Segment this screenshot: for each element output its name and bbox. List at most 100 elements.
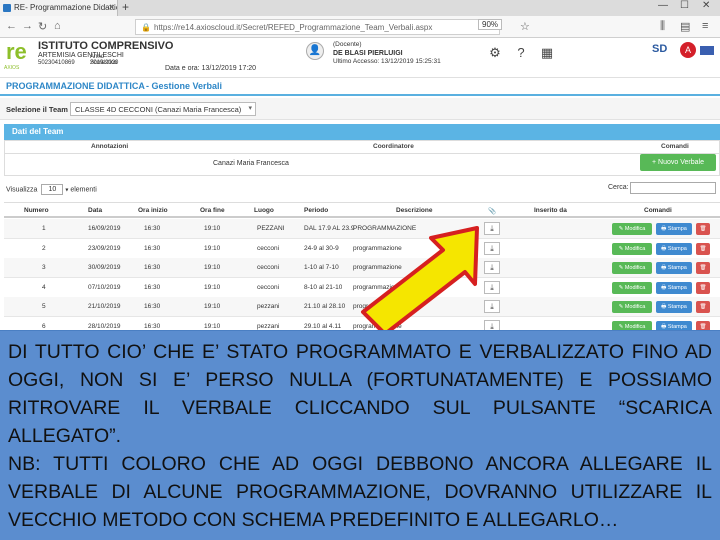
cell-end: 19:10 [204, 264, 221, 271]
user-role: (Docente) [333, 41, 362, 48]
th-ora-fine[interactable]: Ora fine [200, 207, 225, 214]
cell-period: 21.10 al 28.10 [304, 303, 346, 310]
favicon-icon [3, 4, 11, 12]
team-selector-row: Selezione il Team CLASSE 4D CECCONI (Can… [0, 98, 720, 120]
arrow-shape [361, 226, 479, 336]
caption-box: DI TUTTO CIO’ CHE E’ STATO PROGRAMMATO E… [0, 330, 720, 540]
team-table: Annotazioni Coordinatore Comandi Canazi … [4, 140, 720, 176]
delete-trash-icon[interactable]: 🗑 [696, 223, 710, 235]
col-comandi: Comandi [661, 143, 689, 150]
delete-trash-icon[interactable]: 🗑 [696, 281, 710, 294]
th-descrizione[interactable]: Descrizione [396, 207, 433, 214]
brand-badge-icon: A [680, 42, 696, 58]
cell-place: PEZZANI [257, 225, 285, 232]
show-label: Visualizza [6, 186, 38, 194]
new-tab-button[interactable]: + [122, 0, 129, 14]
th-luogo[interactable]: Luogo [254, 207, 274, 214]
team-panel-title: Dati del Team [12, 127, 64, 136]
module-subtitle: - Gestione Verbali [146, 81, 223, 91]
delete-trash-icon[interactable]: 🗑 [696, 262, 710, 274]
cell-date: 23/09/2019 [88, 244, 121, 252]
col-coordinatore: Coordinatore [373, 143, 414, 150]
cell-num: 3 [42, 264, 46, 271]
user-name: DE BLASI PIERLUIGI [333, 49, 403, 57]
help-icon[interactable]: ? [512, 44, 530, 62]
maximize-button[interactable]: ☐ [680, 0, 689, 11]
delete-trash-icon[interactable]: 🗑 [696, 242, 710, 255]
brand-logo: SD [652, 43, 668, 55]
th-data[interactable]: Data [88, 207, 102, 214]
cell-start: 16:30 [144, 303, 161, 310]
library-icon[interactable]: ⫼ [660, 20, 665, 33]
reload-button[interactable]: ↻ [38, 20, 47, 33]
stampa-button[interactable]: 🖶 Stampa [656, 301, 692, 313]
cell-end: 19:10 [204, 303, 221, 310]
cell-period: DAL 17.9 AL 23.9 [304, 225, 355, 232]
cell-place: cecconi [257, 244, 280, 252]
cell-num: 2 [42, 244, 46, 252]
menu-icon[interactable]: ≡ [702, 20, 708, 32]
stampa-button[interactable]: 🖶 Stampa [656, 262, 692, 274]
modifica-button[interactable]: ✎ Modifica [612, 301, 652, 313]
cell-end: 19:10 [204, 244, 221, 252]
cell-date: 07/10/2019 [88, 283, 121, 291]
cell-end: 19:10 [204, 322, 221, 330]
cell-period: 24-9 al 30-9 [304, 244, 339, 252]
cell-start: 16:30 [144, 322, 161, 330]
team-select-value: CLASSE 4D CECCONI (Canazi Maria Francesc… [75, 105, 242, 114]
page-size-select[interactable]: 10 [41, 184, 64, 195]
search-label: Cerca: [608, 184, 629, 191]
th-ora-inizio[interactable]: Ora inizio [138, 207, 168, 214]
verbali-table-header: Numero Data Ora inizio Ora fine Luogo Pe… [4, 202, 720, 218]
th-periodo[interactable]: Periodo [304, 207, 328, 214]
show-suffix: elementi [70, 186, 97, 194]
school-year: 2019/2020 [90, 60, 119, 66]
page: RE- Programmazione Didattica × + — ☐ ✕ ←… [0, 0, 720, 540]
module-bar: PROGRAMMAZIONE DIDATTICA - Gestione Verb… [0, 78, 720, 96]
modifica-button[interactable]: ✎ Modifica [612, 223, 652, 235]
url-input[interactable]: 🔒 https://re14.axioscloud.it/Secret/REFE… [135, 19, 500, 35]
last-access: Ultimo Accesso: 13/12/2019 15:25:31 [333, 58, 441, 65]
cell-num: 1 [42, 225, 46, 232]
cell-place: pezzani [257, 303, 280, 310]
browser-tab[interactable]: RE- Programmazione Didattica × [0, 0, 118, 16]
team-select[interactable]: CLASSE 4D CECCONI (Canazi Maria Francesc… [70, 102, 256, 116]
bookmark-star-icon[interactable]: ☆ [520, 20, 530, 33]
page-size-caret-icon: ▾ [65, 187, 69, 194]
cell-date: 30/09/2019 [88, 264, 121, 271]
modifica-button[interactable]: ✎ Modifica [612, 281, 652, 294]
settings-gear-icon[interactable]: ⚙ [486, 44, 504, 62]
delete-trash-icon[interactable]: 🗑 [696, 301, 710, 313]
cell-period: 29.10 al 4.11 [304, 322, 342, 330]
stampa-button[interactable]: 🖶 Stampa [656, 223, 692, 235]
grid-apps-icon[interactable]: ▦ [538, 44, 556, 62]
new-verbale-button[interactable]: + Nuovo Verbale [640, 154, 716, 171]
cell-start: 16:30 [144, 264, 161, 271]
th-numero[interactable]: Numero [24, 207, 49, 214]
tab-close-icon[interactable]: × [109, 2, 114, 12]
cell-num: 4 [42, 283, 46, 291]
cell-start: 16:30 [144, 244, 161, 252]
forward-button[interactable]: → [22, 20, 33, 32]
team-panel-header: Dati del Team [4, 124, 720, 140]
back-button[interactable]: ← [6, 20, 17, 32]
close-window-button[interactable]: ✕ [702, 0, 710, 11]
school-name: ISTITUTO COMPRENSIVO [38, 40, 174, 52]
school-code: 50230410869 [38, 60, 75, 66]
school-logo: re [6, 39, 27, 64]
sidebar-icon[interactable]: ▤ [680, 20, 690, 33]
zoom-level[interactable]: 90% [478, 19, 503, 30]
minimize-button[interactable]: — [658, 0, 668, 11]
modifica-button[interactable]: ✎ Modifica [612, 262, 652, 274]
stampa-button[interactable]: 🖶 Stampa [656, 242, 692, 255]
home-button[interactable]: ⌂ [54, 20, 61, 32]
th-inserito-da[interactable]: Inserito da [534, 207, 567, 214]
caption-text: DI TUTTO CIO’ CHE E’ STATO PROGRAMMATO E… [8, 341, 712, 447]
module-title[interactable]: PROGRAMMAZIONE DIDATTICA [6, 81, 145, 91]
search-input[interactable] [630, 182, 716, 194]
modifica-button[interactable]: ✎ Modifica [612, 242, 652, 255]
current-datetime: Data e ora: 13/12/2019 17:20 [165, 65, 257, 72]
user-avatar[interactable]: 👤 [306, 42, 324, 60]
stampa-button[interactable]: 🖶 Stampa [656, 281, 692, 294]
cell-start: 16:30 [144, 225, 161, 232]
